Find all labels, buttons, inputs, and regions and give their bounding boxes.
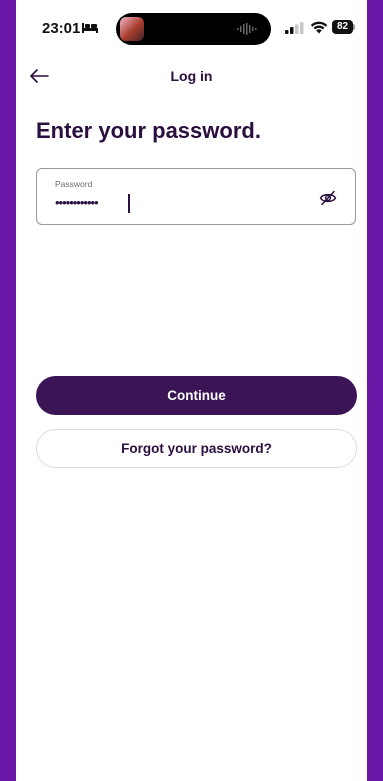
battery-icon: 82 — [332, 20, 356, 34]
signal-icon — [285, 22, 304, 34]
dynamic-island[interactable] — [116, 13, 271, 45]
wifi-icon — [310, 21, 328, 34]
password-field[interactable]: Password •••••••••••• — [36, 168, 356, 225]
album-art — [120, 17, 144, 41]
page-title: Log in — [170, 68, 213, 84]
status-bar: 23:01 82 — [16, 0, 367, 56]
app-screen: 23:01 82 Log in Enter your password. Pas… — [16, 0, 367, 781]
password-input[interactable]: •••••••••••• — [55, 195, 305, 210]
password-label: Password — [55, 179, 93, 189]
forgot-password-button[interactable]: Forgot your password? — [36, 429, 357, 468]
audio-wave-icon — [237, 23, 257, 35]
battery-level: 82 — [332, 20, 353, 34]
bed-icon — [82, 23, 98, 33]
eye-slash-icon[interactable] — [319, 190, 337, 206]
password-heading: Enter your password. — [36, 118, 261, 143]
text-caret — [128, 194, 130, 213]
status-time: 23:01 — [42, 20, 81, 37]
continue-button[interactable]: Continue — [36, 376, 357, 415]
